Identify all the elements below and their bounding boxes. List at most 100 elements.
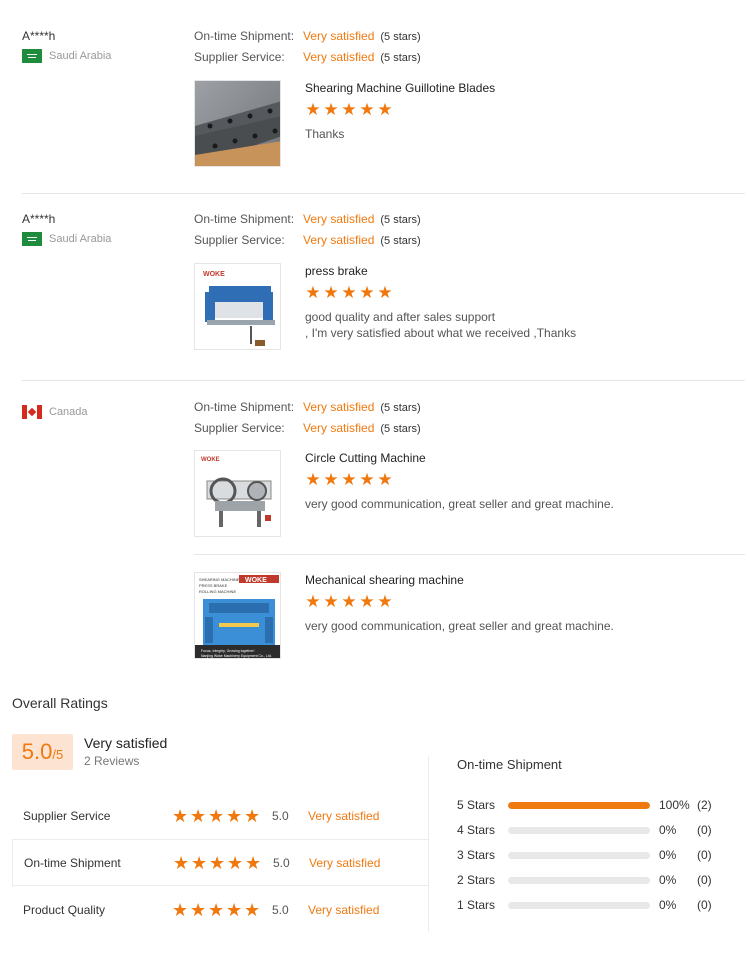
- product-name[interactable]: Shearing Machine Guillotine Blades: [305, 80, 745, 96]
- distribution-row: 2 Stars 0% (0): [457, 873, 712, 887]
- distribution-bar: [508, 801, 650, 809]
- star-icon: ★: [323, 100, 339, 119]
- distribution-label: 1 Stars: [457, 898, 496, 912]
- star-icon: ★: [190, 805, 207, 826]
- service-label: Supplier Service:: [194, 233, 285, 247]
- panel-divider: [428, 756, 429, 932]
- distribution-count: (0): [697, 873, 712, 887]
- buyer-info: Canada: [22, 399, 182, 420]
- category-stars: ★ ★ ★ ★ ★: [172, 899, 261, 920]
- distribution-percent: 100%: [659, 798, 690, 812]
- buyer-info: A****h Saudi Arabia: [22, 28, 182, 64]
- star-icon: ★: [359, 283, 375, 302]
- supplier-ratings: On-time Shipment: Very satisfied (5 stars)…: [194, 28, 421, 70]
- service-value: Very satisfied: [303, 233, 375, 247]
- review-divider: [22, 193, 745, 194]
- service-label: Supplier Service:: [194, 421, 285, 435]
- ontime-label: On-time Shipment:: [194, 212, 295, 226]
- saudi-arabia-flag-icon: [22, 49, 42, 63]
- product-info: Circle Cutting Machine ★ ★ ★ ★ ★ very good c…: [305, 450, 745, 512]
- distribution-label: 3 Stars: [457, 848, 496, 862]
- star-icon: ★: [305, 283, 321, 302]
- supplier-ratings: On-time Shipment: Very satisfied (5 stars)…: [194, 399, 421, 441]
- product-name[interactable]: press brake: [305, 263, 745, 279]
- star-icon: ★: [226, 899, 243, 920]
- star-icon: ★: [341, 283, 357, 302]
- ontime-value: Very satisfied: [303, 400, 375, 414]
- ontime-value: Very satisfied: [303, 212, 375, 226]
- svg-text:ROLLING MACHINE: ROLLING MACHINE: [199, 589, 236, 594]
- distribution-bar: [508, 901, 650, 909]
- star-icon: ★: [377, 100, 393, 119]
- star-icon: ★: [359, 592, 375, 611]
- category-ratings: Supplier Service ★ ★ ★ ★ ★ 5.0 Very satisfie…: [12, 792, 428, 933]
- review-card: A****h Saudi Arabia On-time Shipment: Ver…: [22, 28, 745, 168]
- review-card: Canada On-time Shipment: Very satisfied (5…: [22, 399, 745, 661]
- distribution-bar: [508, 826, 650, 834]
- star-icon: ★: [341, 592, 357, 611]
- buyer-name: A****h: [22, 29, 56, 43]
- star-icon: ★: [323, 592, 339, 611]
- star-icon: ★: [323, 470, 339, 489]
- category-satisfaction: Very satisfied: [308, 902, 380, 917]
- product-rating-stars: ★ ★ ★ ★ ★: [305, 592, 745, 611]
- buyer-country: Saudi Arabia: [22, 231, 182, 247]
- star-icon: ★: [172, 805, 189, 826]
- ontime-rating: On-time Shipment: Very satisfied (5 stars): [194, 28, 421, 49]
- category-row-supplier-service: Supplier Service ★ ★ ★ ★ ★ 5.0 Very satisfie…: [12, 792, 428, 839]
- ontime-rating: On-time Shipment: Very satisfied (5 stars): [194, 399, 421, 420]
- distribution-row: 3 Stars 0% (0): [457, 848, 712, 862]
- distribution-percent: 0%: [659, 873, 677, 887]
- comment-line: very good communication, great seller an…: [305, 497, 614, 511]
- star-icon: ★: [305, 100, 321, 119]
- ontime-stars: (5 stars): [380, 31, 421, 43]
- distribution-percent: 0%: [659, 898, 677, 912]
- star-icon: ★: [209, 852, 226, 873]
- review-comment: very good communication, great seller an…: [305, 496, 745, 512]
- distribution-bar: [508, 876, 650, 884]
- category-row-product-quality: Product Quality ★ ★ ★ ★ ★ 5.0 Very satisfied: [12, 886, 428, 933]
- product-divider: [194, 554, 745, 555]
- distribution-row: 1 Stars 0% (0): [457, 898, 712, 912]
- product-thumbnail[interactable]: [194, 80, 281, 167]
- svg-text:Nanjing Woke Machinery Equipme: Nanjing Woke Machinery Equipment Co., Lt…: [201, 654, 272, 658]
- star-icon: ★: [359, 100, 375, 119]
- buyer-name: A****h: [22, 212, 56, 226]
- svg-text:Focus, Integrity, Growing toge: Focus, Integrity, Growing together!: [201, 649, 254, 653]
- star-icon: ★: [377, 283, 393, 302]
- category-satisfaction: Very satisfied: [308, 808, 380, 823]
- overall-score-badge: 5.0/5: [12, 734, 73, 770]
- svg-text:PRESS BRAKE: PRESS BRAKE: [199, 583, 228, 588]
- canada-flag-icon: [22, 405, 42, 419]
- ontime-label: On-time Shipment:: [194, 29, 295, 43]
- buyer-info: A****h Saudi Arabia: [22, 211, 182, 247]
- service-rating: Supplier Service: Very satisfied (5 stars): [194, 420, 421, 441]
- ontime-label: On-time Shipment:: [194, 400, 295, 414]
- star-icon: ★: [341, 100, 357, 119]
- category-stars: ★ ★ ★ ★ ★: [173, 852, 262, 873]
- star-icon: ★: [173, 852, 190, 873]
- star-icon: ★: [208, 805, 225, 826]
- product-name[interactable]: Mechanical shearing machine: [305, 572, 745, 588]
- star-icon: ★: [359, 470, 375, 489]
- product-thumbnail[interactable]: SHEARING MACHINE PRESS BRAKE ROLLING MAC…: [194, 572, 281, 659]
- star-icon: ★: [191, 852, 208, 873]
- distribution-label: 4 Stars: [457, 823, 496, 837]
- star-icon: ★: [245, 852, 262, 873]
- reviewed-product: Shearing Machine Guillotine Blades ★ ★ ★ ★ ★…: [194, 80, 745, 168]
- review-comment: good quality and after sales support , I…: [305, 309, 745, 341]
- product-info: Mechanical shearing machine ★ ★ ★ ★ ★ very g…: [305, 572, 745, 634]
- distribution-label: 2 Stars: [457, 873, 496, 887]
- comment-line: very good communication, great seller an…: [305, 619, 614, 633]
- overall-score-max: /5: [52, 747, 64, 762]
- product-name[interactable]: Circle Cutting Machine: [305, 450, 745, 466]
- category-row-ontime-shipment[interactable]: On-time Shipment ★ ★ ★ ★ ★ 5.0 Very satisfie…: [12, 839, 428, 886]
- product-thumbnail[interactable]: WOKE: [194, 263, 281, 350]
- saudi-arabia-flag-icon: [22, 232, 42, 246]
- star-icon: ★: [244, 899, 261, 920]
- service-stars: (5 stars): [380, 235, 421, 247]
- product-thumbnail[interactable]: WOKE: [194, 450, 281, 537]
- product-rating-stars: ★ ★ ★ ★ ★: [305, 283, 745, 302]
- star-icon: ★: [208, 899, 225, 920]
- brand-logo: WOKE: [201, 457, 220, 463]
